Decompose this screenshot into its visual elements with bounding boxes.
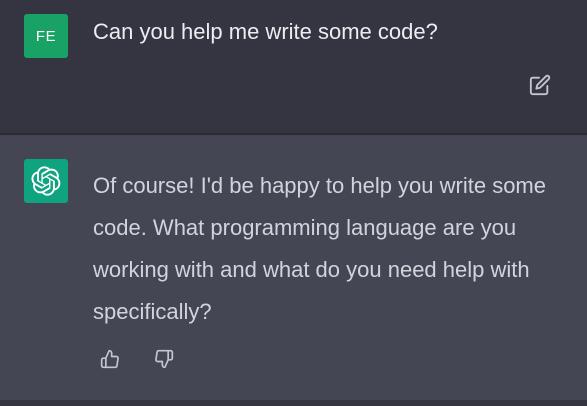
assistant-message-text: Of course! I'd be happy to help you writ… [93, 173, 546, 324]
assistant-avatar [24, 159, 68, 203]
user-avatar: FE [24, 14, 68, 58]
user-message: FE Can you help me write some code? [0, 0, 587, 133]
edit-message-button[interactable] [527, 72, 553, 98]
edit-icon [529, 74, 551, 96]
bottom-edge [0, 400, 587, 406]
thumbs-up-icon [100, 349, 119, 369]
thumbs-down-icon [155, 349, 174, 369]
user-message-text: Can you help me write some code? [93, 19, 438, 44]
openai-logo-icon [31, 166, 61, 196]
thumbs-up-button[interactable] [98, 347, 122, 371]
user-avatar-initials: FE [35, 27, 57, 45]
assistant-message: Of course! I'd be happy to help you writ… [0, 135, 587, 406]
chat-thread: FE Can you help me write some code? Of c… [0, 0, 587, 406]
thumbs-down-button[interactable] [152, 347, 176, 371]
